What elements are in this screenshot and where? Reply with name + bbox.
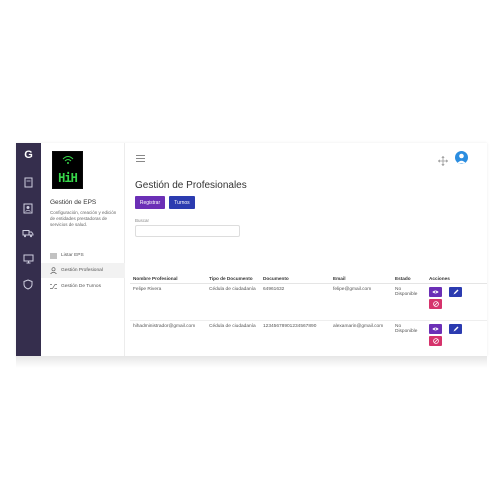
cell-name: Felipe Rivera — [130, 283, 206, 321]
shifts-button[interactable]: Turnos — [169, 196, 195, 209]
cell-document: 12345678901234567890 — [260, 320, 330, 356]
cell-name: hihadministrador@gmail.com — [130, 320, 206, 356]
monitor-icon[interactable] — [22, 253, 34, 265]
contacts-icon[interactable] — [22, 202, 34, 214]
cancel-icon — [432, 337, 439, 344]
sidebar-item-gestion-turnos[interactable]: Gestión De Turnos — [41, 279, 125, 294]
window-shadow — [16, 356, 487, 368]
table-row: hihadministrador@gmail.com Cédula de ciu… — [130, 320, 487, 356]
column-header[interactable]: Tipo de Documento — [206, 259, 260, 284]
hamburger-icon[interactable] — [136, 155, 145, 162]
cell-email: alexamarin@gmail.com — [330, 320, 392, 356]
column-header[interactable]: Nombre Profesional — [130, 259, 206, 284]
page-title: Gestión de Profesionales — [135, 180, 247, 191]
document-icon[interactable] — [22, 176, 34, 188]
list-icon — [50, 252, 57, 259]
user-icon — [50, 267, 57, 274]
sidebar-description: Configuración, creación y edición de ent… — [50, 210, 117, 227]
edit-button[interactable] — [449, 286, 462, 297]
register-button[interactable]: Registrar — [135, 196, 165, 209]
table-row: Felipe Rivera Cédula de ciudadanía 64961… — [130, 283, 487, 321]
app-logo: HiH — [52, 151, 83, 189]
rail-logo[interactable]: G — [16, 149, 41, 161]
cell-status: No Disponible — [392, 283, 426, 321]
sidebar-item-gestion-profesional[interactable]: Gestión Profesional — [41, 263, 125, 278]
cell-actions — [426, 283, 487, 321]
sidebar-title: Gestión de EPS — [50, 199, 97, 206]
cancel-icon — [432, 300, 439, 307]
sidebar-item-label: Gestión De Turnos — [61, 284, 101, 289]
view-button[interactable] — [429, 286, 442, 297]
logo-text: HiH — [58, 171, 78, 185]
pencil-icon — [453, 289, 458, 294]
cell-document: 64961632 — [260, 283, 330, 321]
sidebar-item-label: Listar EPS — [61, 253, 84, 258]
cell-email: felipe@gmail.com — [330, 283, 392, 321]
cell-actions — [426, 320, 487, 356]
icon-rail: G — [16, 143, 41, 356]
sidebar-item-listar-eps[interactable]: Listar EPS — [41, 248, 125, 263]
edit-button[interactable] — [449, 323, 462, 334]
column-header: Acciones — [426, 259, 487, 284]
table-header-row: Nombre Profesional Tipo de Documento Doc… — [130, 259, 487, 284]
eye-icon — [432, 290, 439, 293]
eye-icon — [432, 327, 439, 330]
truck-icon[interactable] — [22, 227, 34, 239]
main-content: Gestión de Profesionales Registrar Turno… — [125, 143, 487, 356]
pencil-icon — [453, 326, 458, 331]
view-button[interactable] — [429, 323, 442, 334]
user-avatar-icon[interactable] — [455, 151, 468, 164]
search-input[interactable] — [135, 225, 240, 237]
app-window: G HiH Gestión de EPS Configuración, crea… — [16, 143, 487, 356]
column-header[interactable]: Estado — [392, 259, 426, 284]
column-header[interactable]: Email — [330, 259, 392, 284]
professionals-table: Nombre Profesional Tipo de Documento Doc… — [130, 259, 487, 356]
move-icon[interactable] — [437, 153, 449, 167]
cell-doc-type: Cédula de ciudadanía — [206, 320, 260, 356]
column-header[interactable]: Documento — [260, 259, 330, 284]
delete-button[interactable] — [429, 298, 442, 309]
sidebar: HiH Gestión de EPS Configuración, creaci… — [41, 143, 125, 356]
delete-button[interactable] — [429, 335, 442, 346]
search-label: Buscar — [135, 218, 150, 223]
shuffle-icon — [50, 283, 57, 290]
sidebar-item-label: Gestión Profesional — [61, 268, 103, 273]
cell-status: No Disponible — [392, 320, 426, 356]
cell-doc-type: Cédula de ciudadanía — [206, 283, 260, 321]
shield-icon[interactable] — [22, 278, 34, 290]
